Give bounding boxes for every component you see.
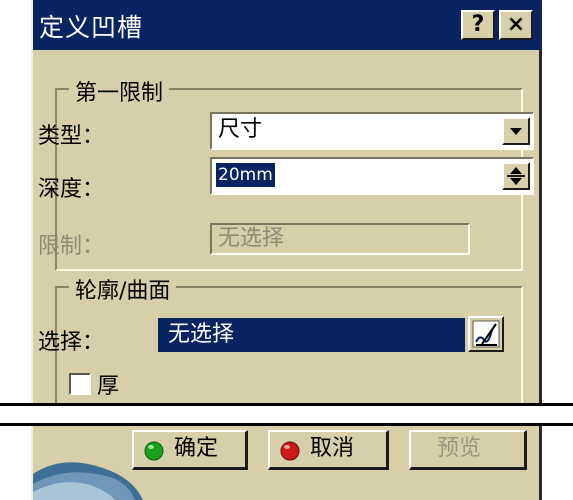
title-bar[interactable]: 定义凹槽 ? × xyxy=(33,0,541,50)
cancel-red-dot-icon xyxy=(280,441,300,461)
ok-green-dot-icon xyxy=(144,441,164,461)
sketch-pencil-icon xyxy=(472,320,500,348)
cancel-button[interactable]: 取消 xyxy=(268,430,389,470)
window-title: 定义凹槽 xyxy=(39,13,144,42)
type-label: 类型： xyxy=(38,124,105,149)
spinner-icon xyxy=(507,167,525,185)
depth-spin-input[interactable]: 20mm xyxy=(210,157,534,195)
depth-label: 深度： xyxy=(38,177,105,202)
ok-button[interactable]: 确定 xyxy=(132,430,248,470)
cancel-button-label: 取消 xyxy=(310,436,355,461)
preview-button-label: 预览 xyxy=(437,436,482,461)
depth-value: 20mm xyxy=(216,163,275,187)
selection-field[interactable]: 无选择 xyxy=(158,318,465,352)
sketch-edit-button[interactable] xyxy=(468,316,504,352)
ok-button-label: 确定 xyxy=(174,436,219,461)
preview-button[interactable]: 预览 xyxy=(409,430,527,470)
help-button[interactable]: ? xyxy=(461,10,495,40)
limit-label: 限制： xyxy=(38,234,105,259)
chevron-down-icon xyxy=(510,128,522,135)
type-dropdown[interactable]: 尺寸 xyxy=(210,112,534,150)
type-selected-value: 尺寸 xyxy=(218,117,263,142)
cut-separator xyxy=(0,403,573,426)
thick-checkbox[interactable] xyxy=(69,373,91,395)
limit-field: 无选择 xyxy=(210,223,470,255)
depth-spinner-button[interactable] xyxy=(502,162,530,190)
selection-label: 选择： xyxy=(38,330,105,355)
close-button[interactable]: × xyxy=(499,10,533,40)
dropdown-arrow-button[interactable] xyxy=(502,117,530,145)
thick-label: 厚 xyxy=(97,374,120,399)
profile-surface-legend: 轮廓/曲面 xyxy=(69,273,177,305)
first-limit-legend: 第一限制 xyxy=(69,75,170,107)
